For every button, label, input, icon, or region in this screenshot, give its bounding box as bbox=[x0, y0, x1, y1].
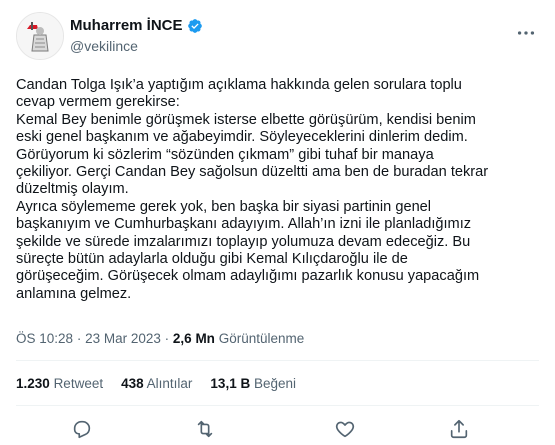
retweets-count: 1.230 bbox=[16, 376, 50, 391]
tweet: Muharrem İNCE @vekilince Candan Tolga Iş… bbox=[0, 0, 555, 445]
retweet-icon[interactable] bbox=[194, 418, 216, 440]
tweet-header: Muharrem İNCE @vekilince bbox=[16, 12, 541, 68]
likes-stat[interactable]: 13,1 B Beğeni bbox=[210, 375, 296, 393]
meta-separator: · bbox=[76, 331, 82, 346]
verified-badge-icon bbox=[187, 19, 202, 33]
like-icon[interactable] bbox=[334, 418, 356, 440]
author-name[interactable]: Muharrem İNCE bbox=[70, 17, 183, 35]
views-count: 2,6 Mn bbox=[172, 331, 215, 346]
meta-separator: · bbox=[164, 331, 170, 346]
engagement-stats: 1.230 Retweet 438 Alıntılar 13,1 B Beğen… bbox=[16, 375, 296, 393]
quotes-label: Alıntılar bbox=[146, 376, 193, 391]
quotes-count: 438 bbox=[121, 376, 144, 391]
author-handle[interactable]: @vekilince bbox=[70, 37, 203, 55]
likes-label: Beğeni bbox=[253, 376, 297, 391]
divider bbox=[16, 360, 539, 361]
divider bbox=[16, 405, 539, 406]
author-block: Muharrem İNCE @vekilince bbox=[70, 17, 203, 55]
tweet-text: Candan Tolga Işık’a yaptığım açıklama ha… bbox=[16, 77, 489, 302]
retweets-stat[interactable]: 1.230 Retweet bbox=[16, 375, 103, 393]
avatar[interactable] bbox=[16, 12, 64, 60]
reply-icon[interactable] bbox=[71, 418, 93, 440]
share-icon[interactable] bbox=[448, 418, 470, 440]
retweets-label: Retweet bbox=[53, 376, 104, 391]
quotes-stat[interactable]: 438 Alıntılar bbox=[121, 375, 192, 393]
likes-count: 13,1 B bbox=[210, 376, 251, 391]
author-name-row: Muharrem İNCE bbox=[70, 17, 203, 35]
tweet-date[interactable]: 23 Mar 2023 bbox=[85, 331, 161, 346]
action-bar bbox=[16, 414, 539, 444]
tweet-meta: ÖS 10:28 · 23 Mar 2023 · 2,6 Mn Görüntül… bbox=[16, 330, 304, 348]
more-icon[interactable] bbox=[515, 22, 537, 44]
views-label: Görüntülenme bbox=[218, 331, 305, 346]
tweet-time[interactable]: ÖS 10:28 bbox=[16, 331, 73, 346]
